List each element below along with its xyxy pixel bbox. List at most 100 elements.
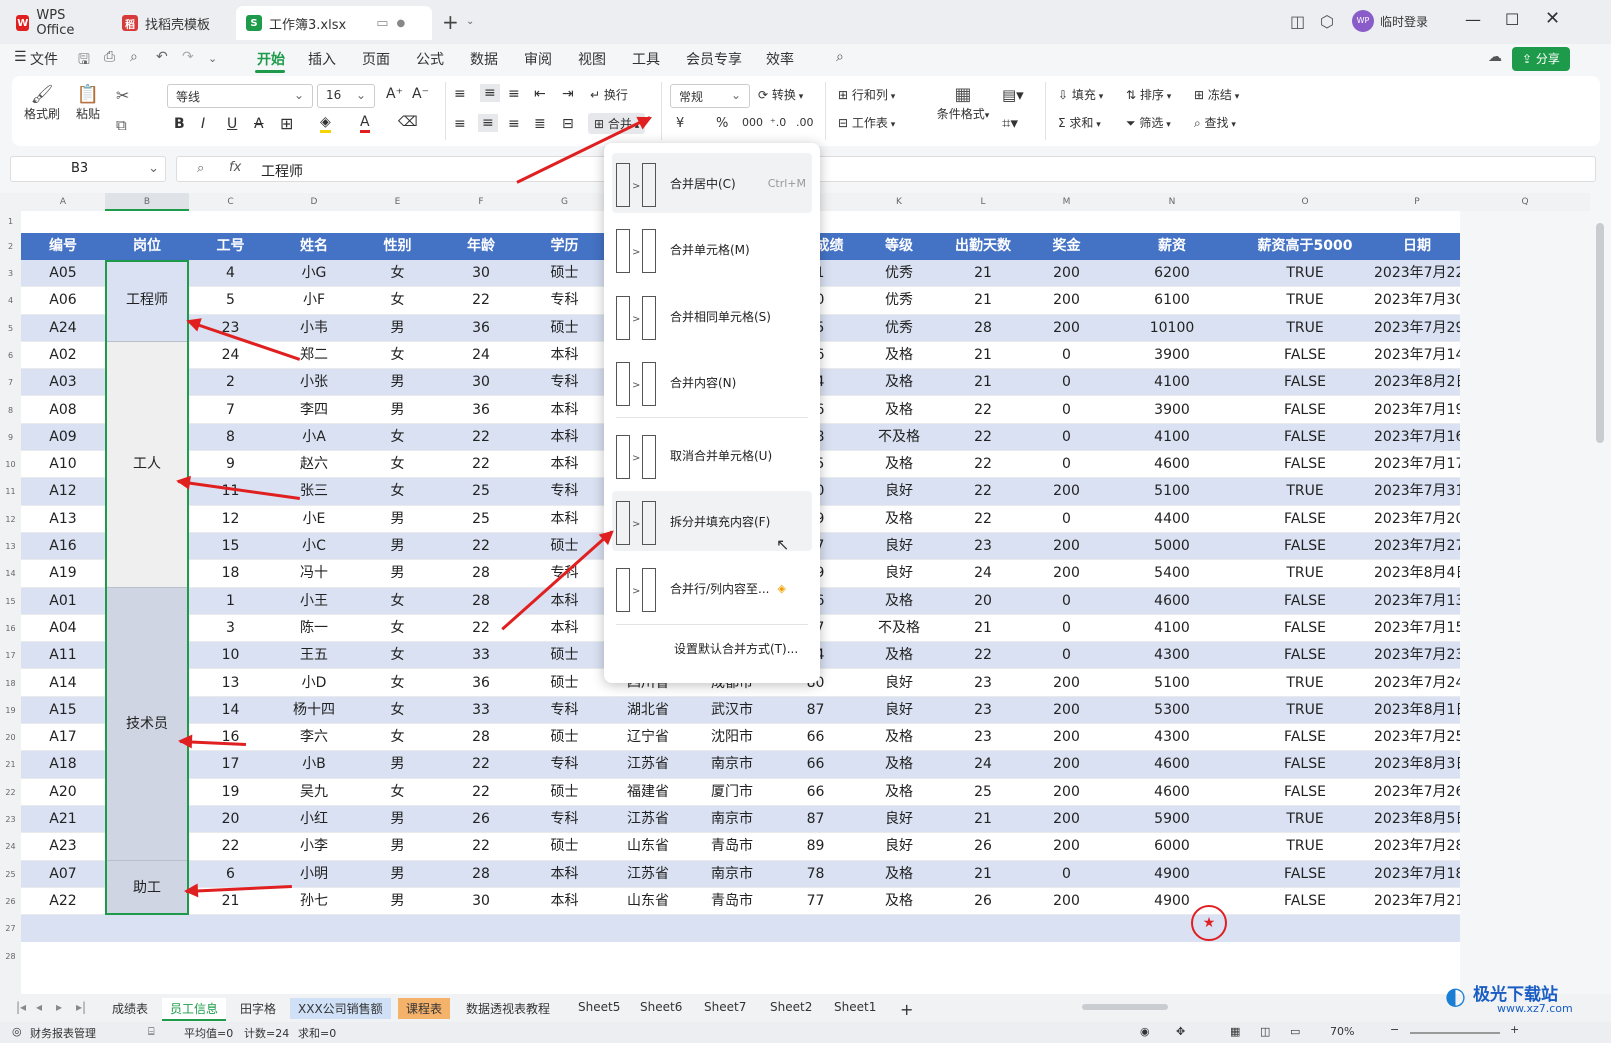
table-cell[interactable]: 男 <box>356 833 439 860</box>
column-header[interactable]: G <box>523 193 606 211</box>
row-header[interactable]: 23 <box>0 806 21 834</box>
indent-decrease-icon[interactable]: ⇤ <box>534 86 546 102</box>
menu-data[interactable]: 数据 <box>470 49 498 69</box>
thousands-icon[interactable]: 000 <box>742 116 763 129</box>
table-cell[interactable]: 22 <box>941 451 1025 478</box>
table-cell[interactable]: 小红 <box>272 806 356 833</box>
file-menu[interactable]: 文件 <box>30 49 58 69</box>
table-cell[interactable]: 2023年7月14日 <box>1374 342 1460 369</box>
table-cell[interactable]: 男 <box>356 506 439 533</box>
table-cell[interactable]: 28 <box>439 724 523 751</box>
table-cell[interactable]: 0 <box>1025 369 1108 396</box>
header-cell[interactable]: 工号 <box>189 233 272 260</box>
table-cell[interactable]: 及格 <box>857 506 941 533</box>
table-cell[interactable]: 28 <box>439 861 523 888</box>
table-cell[interactable]: 7 <box>189 397 272 424</box>
menu-efficiency[interactable]: 效率 <box>766 49 794 69</box>
row-header[interactable]: 25 <box>0 860 21 888</box>
table-cell[interactable]: 专科 <box>523 751 606 778</box>
share-button[interactable]: ⇪ 分享 <box>1512 47 1570 71</box>
table-cell[interactable]: 23 <box>941 533 1025 560</box>
table-cell[interactable]: 22 <box>189 833 272 860</box>
row-header[interactable]: 3 <box>0 260 21 288</box>
table-cell[interactable]: 男 <box>356 861 439 888</box>
table-cell[interactable]: 男 <box>356 369 439 396</box>
menu-home[interactable]: 开始 <box>257 49 285 69</box>
table-cell[interactable]: 小王 <box>272 588 356 615</box>
fill-button[interactable]: ⇩ 填充 ▾ <box>1058 86 1103 103</box>
table-cell[interactable]: 赵六 <box>272 451 356 478</box>
table-cell[interactable]: 26 <box>941 888 1025 915</box>
table-cell[interactable]: 200 <box>1025 806 1108 833</box>
sheet-tab[interactable]: XXX公司销售额 <box>290 998 391 1019</box>
cut-icon[interactable]: ✂ <box>116 86 129 105</box>
table-cell[interactable]: 200 <box>1025 888 1108 915</box>
column-header[interactable]: Q <box>1460 193 1590 211</box>
row-header[interactable]: 18 <box>0 669 21 697</box>
table-cell[interactable]: 1 <box>189 588 272 615</box>
table-cell[interactable]: 女 <box>356 642 439 669</box>
table-cell[interactable]: 不及格 <box>857 424 941 451</box>
wrap-button[interactable]: ↵ 换行 <box>590 86 628 103</box>
row-header[interactable]: 13 <box>0 533 21 561</box>
cursor-icon[interactable]: ✥ <box>1176 1025 1185 1038</box>
table-cell[interactable]: A10 <box>21 451 105 478</box>
table-cell[interactable]: 77 <box>774 888 857 915</box>
row-header[interactable]: 12 <box>0 505 21 533</box>
table-cell[interactable]: FALSE <box>1236 451 1374 478</box>
align-left-icon[interactable]: ≡ <box>454 116 466 132</box>
row-header[interactable]: 19 <box>0 696 21 725</box>
table-cell[interactable]: A13 <box>21 506 105 533</box>
column-header[interactable]: P <box>1374 193 1460 211</box>
table-cell[interactable]: 17 <box>189 751 272 778</box>
row-header[interactable]: 22 <box>0 778 21 806</box>
table-cell[interactable]: 江苏省 <box>606 806 690 833</box>
row-header[interactable]: 11 <box>0 478 21 506</box>
table-cell[interactable]: 男 <box>356 397 439 424</box>
table-cell[interactable]: 22 <box>941 397 1025 424</box>
sheet-tab[interactable]: 田字格 <box>232 998 284 1019</box>
header-cell[interactable]: 等级 <box>857 233 941 260</box>
table-cell[interactable]: 及格 <box>857 451 941 478</box>
align-top-icon[interactable]: ≡ <box>454 86 466 102</box>
table-cell[interactable]: A06 <box>21 287 105 314</box>
cloud-icon[interactable]: ☁ <box>1488 49 1502 65</box>
currency-icon[interactable]: ¥ <box>676 116 684 131</box>
sum-button[interactable]: Σ 求和 ▾ <box>1058 114 1101 131</box>
table-cell[interactable]: 李四 <box>272 397 356 424</box>
table-cell[interactable]: 4600 <box>1108 588 1236 615</box>
table-cell[interactable]: 4600 <box>1108 779 1236 806</box>
cube-icon[interactable]: ⬡ <box>1320 12 1334 31</box>
table-cell[interactable]: 24 <box>941 751 1025 778</box>
table-cell[interactable]: 吴九 <box>272 779 356 806</box>
column-header[interactable]: C <box>189 193 272 211</box>
percent-icon[interactable]: % <box>716 116 728 131</box>
table-cell[interactable]: 5300 <box>1108 697 1236 724</box>
table-cell[interactable]: 青岛市 <box>690 833 774 860</box>
last-sheet-icon[interactable]: ▸| <box>68 998 94 1016</box>
table-cell[interactable]: 200 <box>1025 779 1108 806</box>
row-header[interactable]: 7 <box>0 369 21 397</box>
header-cell[interactable]: 姓名 <box>272 233 356 260</box>
table-cell[interactable]: 良好 <box>857 478 941 505</box>
table-cell[interactable]: 江苏省 <box>606 861 690 888</box>
menu-page[interactable]: 页面 <box>362 49 390 69</box>
table-cell[interactable]: 女 <box>356 260 439 287</box>
table-cell[interactable]: FALSE <box>1236 751 1374 778</box>
table-cell[interactable]: 5900 <box>1108 806 1236 833</box>
table-cell[interactable]: A07 <box>21 861 105 888</box>
table-cell[interactable]: 及格 <box>857 642 941 669</box>
table-cell[interactable]: 硕士 <box>523 779 606 806</box>
table-cell[interactable]: 19 <box>189 779 272 806</box>
table-cell[interactable]: A21 <box>21 806 105 833</box>
table-cell[interactable]: 0 <box>1025 451 1108 478</box>
table-cell[interactable]: 30 <box>439 260 523 287</box>
table-cell[interactable]: 山东省 <box>606 833 690 860</box>
sheet-tab[interactable]: Sheet6 <box>632 998 690 1016</box>
zoom-in-icon[interactable]: + <box>1510 1023 1519 1036</box>
table-cell[interactable]: 南京市 <box>690 861 774 888</box>
table-cell[interactable]: TRUE <box>1236 806 1374 833</box>
row-header[interactable]: 21 <box>0 751 21 779</box>
table-cell[interactable]: A11 <box>21 642 105 669</box>
table-cell[interactable]: 25 <box>439 506 523 533</box>
